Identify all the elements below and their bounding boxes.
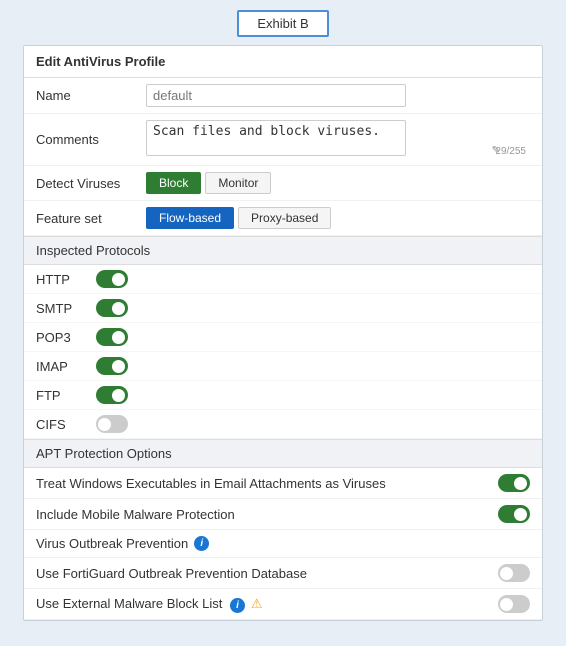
external-malware-toggle[interactable] [498, 595, 530, 613]
imap-row: IMAP [24, 352, 542, 381]
detect-viruses-btn-group: Block Monitor [146, 172, 271, 194]
virus-outbreak-row: Virus Outbreak Prevention i [24, 530, 542, 558]
smtp-toggle[interactable] [96, 299, 128, 317]
detect-viruses-label: Detect Viruses [36, 176, 146, 191]
comments-input[interactable]: Scan files and block viruses. [146, 120, 406, 156]
smtp-row: SMTP [24, 294, 542, 323]
feature-set-label: Feature set [36, 211, 146, 226]
apt-protection-header: APT Protection Options [24, 439, 542, 468]
monitor-button[interactable]: Monitor [205, 172, 271, 194]
detect-viruses-row: Detect Viruses Block Monitor [24, 166, 542, 201]
http-label: HTTP [36, 272, 96, 287]
forti-guard-row: Use FortiGuard Outbreak Prevention Datab… [24, 558, 542, 589]
proxy-based-button[interactable]: Proxy-based [238, 207, 331, 229]
smtp-label: SMTP [36, 301, 96, 316]
external-malware-text: Use External Malware Block List [36, 596, 222, 611]
mobile-malware-toggle[interactable] [498, 505, 530, 523]
ftp-toggle[interactable] [96, 386, 128, 404]
cifs-row: CIFS [24, 410, 542, 439]
virus-outbreak-info-icon[interactable]: i [194, 536, 209, 551]
comments-wrapper: Scan files and block viruses. ✎ 29/255 [146, 120, 530, 159]
http-toggle[interactable] [96, 270, 128, 288]
mobile-malware-row: Include Mobile Malware Protection [24, 499, 542, 530]
treat-windows-label: Treat Windows Executables in Email Attac… [36, 476, 490, 491]
pop3-toggle[interactable] [96, 328, 128, 346]
pop3-label: POP3 [36, 330, 96, 345]
name-label: Name [36, 88, 146, 103]
name-input[interactable] [146, 84, 406, 107]
form-title: Edit AntiVirus Profile [24, 46, 542, 78]
ftp-row: FTP [24, 381, 542, 410]
external-malware-row: Use External Malware Block List i ⚠ [24, 589, 542, 620]
feature-set-row: Feature set Flow-based Proxy-based [24, 201, 542, 236]
block-button[interactable]: Block [146, 172, 201, 194]
exhibit-tab: Exhibit B [237, 10, 328, 37]
imap-label: IMAP [36, 359, 96, 374]
treat-windows-row: Treat Windows Executables in Email Attac… [24, 468, 542, 499]
ftp-label: FTP [36, 388, 96, 403]
comments-label: Comments [36, 132, 146, 147]
http-row: HTTP [24, 265, 542, 294]
flow-based-button[interactable]: Flow-based [146, 207, 234, 229]
cifs-toggle[interactable] [96, 415, 128, 433]
imap-toggle[interactable] [96, 357, 128, 375]
feature-set-btn-group: Flow-based Proxy-based [146, 207, 331, 229]
cifs-label: CIFS [36, 417, 96, 432]
char-count: 29/255 [495, 146, 526, 157]
virus-outbreak-label: Virus Outbreak Prevention [36, 536, 188, 551]
exhibit-label: Exhibit B [257, 16, 308, 31]
mobile-malware-label: Include Mobile Malware Protection [36, 507, 490, 522]
inspected-protocols-header: Inspected Protocols [24, 236, 542, 265]
external-malware-info-icon[interactable]: i [230, 598, 245, 613]
name-row: Name [24, 78, 542, 114]
external-malware-label: Use External Malware Block List i ⚠ [36, 596, 490, 613]
form-card: Edit AntiVirus Profile Name Comments Sca… [23, 45, 543, 621]
page-wrapper: Exhibit B Edit AntiVirus Profile Name Co… [20, 10, 546, 621]
treat-windows-toggle[interactable] [498, 474, 530, 492]
external-malware-warning-icon: ⚠ [249, 596, 265, 612]
pop3-row: POP3 [24, 323, 542, 352]
comments-row: Comments Scan files and block viruses. ✎… [24, 114, 542, 166]
forti-guard-label: Use FortiGuard Outbreak Prevention Datab… [36, 566, 490, 581]
forti-guard-toggle[interactable] [498, 564, 530, 582]
